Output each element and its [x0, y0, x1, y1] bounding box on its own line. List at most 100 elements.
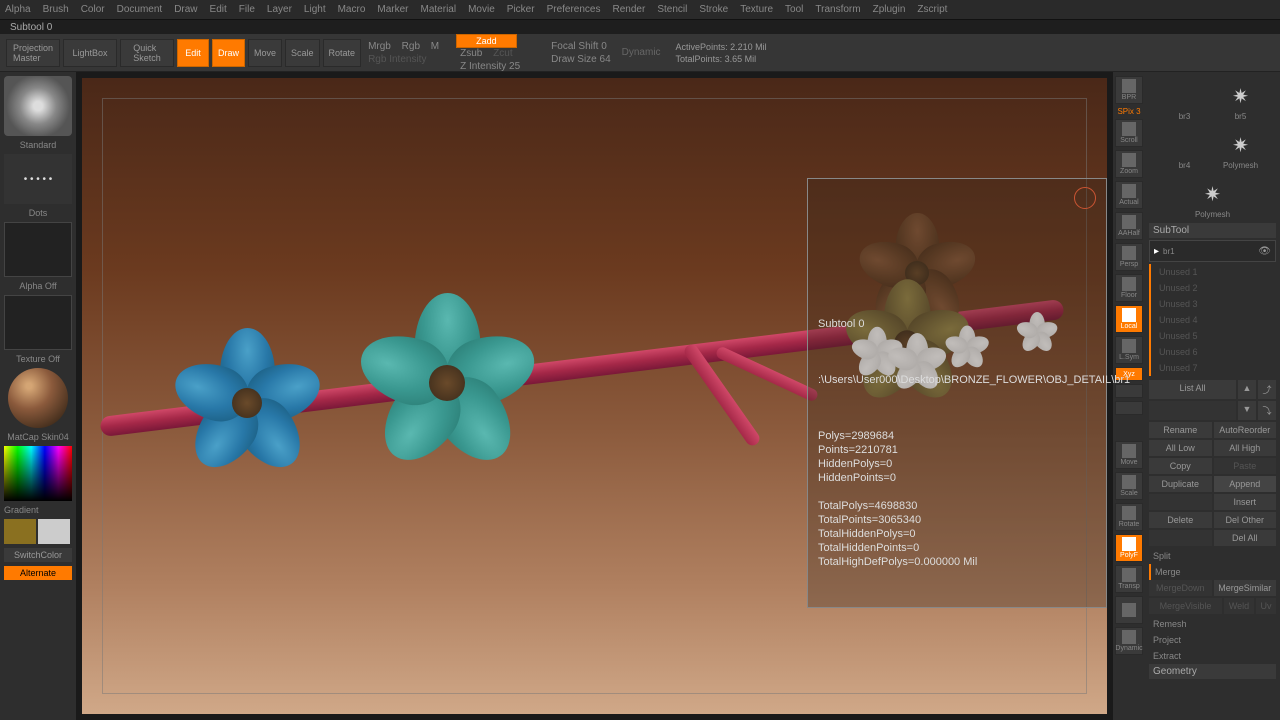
menu-picker[interactable]: Picker: [507, 4, 535, 15]
menu-draw[interactable]: Draw: [174, 4, 197, 15]
material-preview[interactable]: [8, 368, 68, 428]
dynamic-button[interactable]: Dynamic: [1115, 627, 1143, 655]
autoreorder-button[interactable]: AutoReorder: [1214, 422, 1277, 438]
menu-movie[interactable]: Movie: [468, 4, 495, 15]
secondary-color-swatch[interactable]: [38, 519, 70, 544]
tool-thumb[interactable]: br4: [1160, 129, 1210, 170]
geometry-header[interactable]: Geometry: [1149, 664, 1276, 679]
menu-preferences[interactable]: Preferences: [547, 4, 601, 15]
draw-size-slider[interactable]: Draw Size 64: [547, 54, 614, 65]
menu-zplugin[interactable]: Zplugin: [873, 4, 906, 15]
append-button[interactable]: Append: [1214, 476, 1277, 492]
menu-render[interactable]: Render: [613, 4, 646, 15]
z-intensity-slider[interactable]: Z Intensity 25: [456, 61, 524, 72]
draw-button[interactable]: Draw: [212, 39, 245, 67]
edit-button[interactable]: Edit: [177, 39, 209, 67]
dynamic-toggle[interactable]: Dynamic: [618, 47, 665, 58]
ghost-button[interactable]: [1115, 596, 1143, 624]
alllow-button[interactable]: All Low: [1149, 440, 1212, 456]
projection-master-button[interactable]: Projection Master: [6, 39, 60, 67]
menu-stencil[interactable]: Stencil: [657, 4, 687, 15]
mergesimilar-button[interactable]: MergeSimilar: [1214, 580, 1277, 596]
delother-button[interactable]: Del Other: [1214, 512, 1277, 528]
eye-icon[interactable]: 👁: [1258, 246, 1271, 257]
focal-shift-slider[interactable]: Focal Shift 0: [547, 41, 611, 52]
move-up-button[interactable]: ⤴: [1258, 380, 1276, 399]
alpha-preview[interactable]: [4, 222, 72, 277]
scale-button[interactable]: Scale: [285, 39, 320, 67]
copy-button[interactable]: Copy: [1149, 458, 1212, 474]
spix-label[interactable]: SPix 3: [1115, 107, 1143, 116]
menu-macro[interactable]: Macro: [338, 4, 366, 15]
menu-layer[interactable]: Layer: [267, 4, 292, 15]
switchcolor-button[interactable]: SwitchColor: [4, 548, 72, 562]
subtool-slot[interactable]: Unused 5: [1155, 328, 1276, 344]
move-down-button[interactable]: ⤵: [1258, 401, 1276, 420]
subtool-slot[interactable]: Unused 1: [1155, 264, 1276, 280]
menu-transform[interactable]: Transform: [815, 4, 860, 15]
persp-button[interactable]: Persp: [1115, 243, 1143, 271]
menu-document[interactable]: Document: [117, 4, 163, 15]
menu-brush[interactable]: Brush: [43, 4, 69, 15]
menu-tool[interactable]: Tool: [785, 4, 803, 15]
menu-light[interactable]: Light: [304, 4, 326, 15]
texture-preview[interactable]: [4, 295, 72, 350]
uv-button[interactable]: Uv: [1256, 598, 1276, 614]
subtool-header[interactable]: SubTool: [1149, 223, 1276, 238]
menu-file[interactable]: File: [239, 4, 255, 15]
paste-button[interactable]: Paste: [1214, 458, 1277, 474]
subtool-slot[interactable]: Unused 6: [1155, 344, 1276, 360]
color-picker[interactable]: [4, 446, 72, 501]
project-button[interactable]: Project: [1149, 632, 1276, 648]
zsub-toggle[interactable]: Zsub: [456, 48, 486, 59]
up-arrow-button[interactable]: ▲: [1238, 380, 1256, 399]
subtool-slot[interactable]: Unused 2: [1155, 280, 1276, 296]
delall-button[interactable]: Del All: [1214, 530, 1277, 546]
zadd-toggle[interactable]: Zadd: [456, 34, 516, 48]
tool-thumb[interactable]: br3: [1160, 80, 1210, 121]
m-toggle[interactable]: M: [427, 41, 443, 52]
primary-color-swatch[interactable]: [4, 519, 36, 544]
scroll-button[interactable]: Scroll: [1115, 119, 1143, 147]
tool-thumb[interactable]: ✷Polymesh: [1216, 129, 1266, 170]
menu-texture[interactable]: Texture: [740, 4, 773, 15]
rotate-button[interactable]: Rotate: [323, 39, 362, 67]
rename-button[interactable]: Rename: [1149, 422, 1212, 438]
bpr-button[interactable]: BPR: [1115, 76, 1143, 104]
split-button[interactable]: Split: [1149, 548, 1276, 564]
aahalf-button[interactable]: AAHalf: [1115, 212, 1143, 240]
down-arrow-button[interactable]: ▼: [1238, 401, 1256, 420]
delete-button[interactable]: Delete: [1149, 512, 1212, 528]
rgb-toggle[interactable]: Rgb: [398, 41, 424, 52]
extract-button[interactable]: Extract: [1149, 648, 1276, 664]
alternate-button[interactable]: Alternate: [4, 566, 72, 580]
merge-button[interactable]: Merge: [1149, 564, 1276, 580]
menu-stroke[interactable]: Stroke: [699, 4, 728, 15]
menu-marker[interactable]: Marker: [377, 4, 408, 15]
listall-button[interactable]: List All: [1149, 380, 1236, 399]
stroke-preview[interactable]: • • • • •: [4, 154, 72, 204]
subtool-active[interactable]: ▸ br1 👁: [1149, 240, 1276, 262]
actual-button[interactable]: Actual: [1115, 181, 1143, 209]
subtool-slot[interactable]: Unused 7: [1155, 360, 1276, 376]
zoom-button[interactable]: Zoom: [1115, 150, 1143, 178]
menu-edit[interactable]: Edit: [210, 4, 227, 15]
mergevisible-button[interactable]: MergeVisible: [1149, 598, 1222, 614]
menu-alpha[interactable]: Alpha: [5, 4, 31, 15]
allhigh-button[interactable]: All High: [1214, 440, 1277, 456]
insert-button[interactable]: Insert: [1214, 494, 1277, 510]
menu-zscript[interactable]: Zscript: [917, 4, 947, 15]
tool-thumb[interactable]: ✷br5: [1216, 80, 1266, 121]
zcut-toggle[interactable]: Zcut: [489, 48, 516, 59]
tool-thumb[interactable]: ✷Polymesh: [1188, 178, 1238, 219]
duplicate-button[interactable]: Duplicate: [1149, 476, 1212, 492]
subtool-slot[interactable]: Unused 3: [1155, 296, 1276, 312]
mergedown-button[interactable]: MergeDown: [1149, 580, 1212, 596]
weld-button[interactable]: Weld: [1224, 598, 1254, 614]
move-button[interactable]: Move: [248, 39, 282, 67]
brush-preview[interactable]: [4, 76, 72, 136]
viewport[interactable]: Subtool 0 :\Users\User000\Desktop\BRONZE…: [80, 76, 1109, 716]
subtool-slot[interactable]: Unused 4: [1155, 312, 1276, 328]
menu-material[interactable]: Material: [421, 4, 457, 15]
gradient-label[interactable]: Gradient: [4, 505, 72, 515]
